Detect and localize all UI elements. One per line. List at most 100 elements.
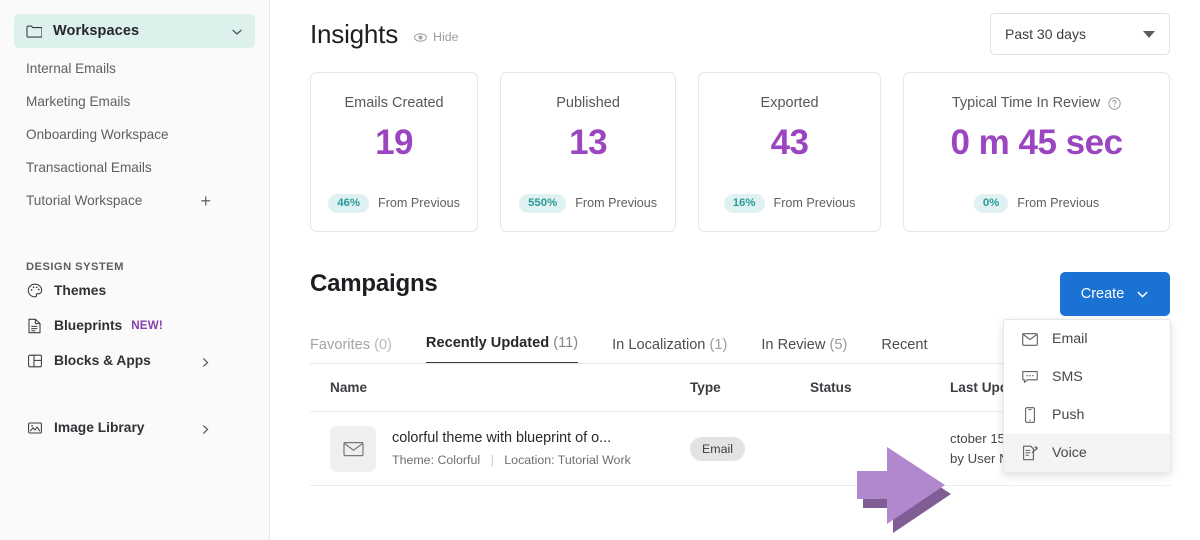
sidebar-item-label: Blueprints [54,318,123,333]
row-meta: Theme: Colorful | Location: Tutorial Wor… [392,453,631,467]
tab-count: (0) [374,337,392,353]
chat-bubble-icon [1022,369,1038,385]
page-title: Insights [310,18,399,49]
metric-footer: 550% From Previous [519,193,658,213]
sidebar-item-onboarding-workspace[interactable]: Onboarding Workspace [0,118,269,151]
metric-title: Emails Created [344,95,443,111]
tab-count: (11) [553,335,579,351]
create-button-label: Create [1080,286,1125,302]
eye-icon [413,31,428,44]
metric-value: 43 [770,123,809,162]
tab-label: In Localization [612,337,706,353]
envelope-icon [330,425,376,472]
metric-percent-badge: 46% [328,193,369,213]
tab-count: (5) [829,337,848,353]
sidebar-workspace-list: Internal Emails Marketing Emails Onboard… [0,52,269,217]
tab-label: In Review [761,337,826,353]
sidebar-workspaces-label: Workspaces [53,23,140,39]
metric-footer: 0% From Previous [973,193,1100,213]
metric-title-text: Published [556,95,620,111]
sidebar-item-label: Blocks & Apps [54,353,151,368]
metric-card-emails-created: Emails Created 19 46% From Previous [310,72,479,232]
metric-compare-label: From Previous [1017,196,1100,211]
metric-percent-badge: 0% [973,193,1009,213]
app-root: Workspaces Internal Emails Marketing Ema… [0,0,1200,540]
row-meta-separator: | [490,453,494,467]
row-campaign-name: colorful theme with blueprint of o... [392,430,612,446]
tab-count: (1) [709,337,728,353]
metric-card-published: Published 13 550% From Previous [500,72,677,232]
menu-item-voice[interactable]: Voice [1004,434,1170,472]
mobile-icon [1022,407,1038,423]
sidebar-item-blueprints[interactable]: Blueprints NEW! [0,308,269,343]
sidebar-item-marketing-emails[interactable]: Marketing Emails [0,85,269,118]
row-name-text-group: colorful theme with blueprint of o... Th… [392,430,631,467]
sidebar-item-transactional-emails[interactable]: Transactional Emails [0,151,269,184]
date-range-select[interactable]: Past 30 days [990,13,1170,55]
menu-item-label: Push [1052,407,1085,423]
sidebar-item-tutorial-workspace[interactable]: Tutorial Workspace + [0,184,269,217]
folder-icon [26,25,42,38]
hide-insights-button[interactable]: Hide [413,30,459,44]
tab-recently-updated[interactable]: Recently Updated (11) [425,335,579,364]
voice-document-icon [1022,445,1038,461]
metric-percent-badge: 16% [723,193,765,213]
tab-recent[interactable]: Recent [881,337,927,364]
metric-title: Exported [761,95,819,111]
metric-value: 0 m 45 sec [950,123,1123,162]
sidebar-item-label: Onboarding Workspace [26,127,169,142]
sidebar-section-design-system: DESIGN SYSTEM [26,261,124,273]
add-workspace-icon[interactable]: + [200,192,211,210]
tab-favorites[interactable]: Favorites (0) [310,337,392,364]
menu-item-label: Voice [1052,445,1087,461]
metric-compare-label: From Previous [378,196,460,211]
row-meta-location: Location: Tutorial Work [504,453,631,467]
tab-in-review[interactable]: In Review (5) [761,337,847,364]
palette-icon [26,282,43,299]
menu-item-sms[interactable]: SMS [1004,358,1170,396]
tab-label: Favorites [310,337,371,353]
sidebar-item-label: Image Library [54,420,145,435]
metric-value: 19 [375,123,414,162]
type-badge: Email [690,436,745,461]
metric-compare-label: From Previous [575,196,658,211]
sidebar-item-label: Marketing Emails [26,94,131,109]
row-name-cell: colorful theme with blueprint of o... Th… [310,425,690,472]
create-dropdown-menu: Email SMS Push Voice [1003,319,1171,473]
menu-item-email[interactable]: Email [1004,320,1170,358]
metric-footer: 16% From Previous [723,193,856,213]
create-button[interactable]: Create [1060,272,1170,316]
layout-icon [26,352,43,369]
sidebar-workspaces-header[interactable]: Workspaces [14,14,255,48]
metric-title-text: Emails Created [344,95,444,111]
row-type-cell: Email [690,436,810,461]
metric-card-typical-time-in-review: Typical Time In Review 0 m 45 sec 0% Fro… [903,72,1170,232]
chevron-right-icon[interactable] [200,355,211,367]
metric-percent-badge: 550% [519,193,567,213]
tab-in-localization[interactable]: In Localization (1) [612,337,727,364]
chevron-down-icon [1143,30,1155,38]
column-header-status: Status [810,380,852,395]
envelope-icon [1022,331,1038,347]
chevron-down-icon[interactable] [231,25,243,37]
sidebar: Workspaces Internal Emails Marketing Ema… [0,0,270,540]
image-icon [26,419,43,436]
sidebar-item-themes[interactable]: Themes [0,273,269,308]
menu-item-push[interactable]: Push [1004,396,1170,434]
column-header-type: Type [690,380,721,395]
metric-title: Typical Time In Review [952,95,1121,111]
document-icon [26,317,43,334]
sidebar-item-blocks-apps[interactable]: Blocks & Apps [0,343,269,378]
tab-label: Recent [881,337,928,353]
metric-value: 13 [569,123,608,162]
sidebar-item-image-library[interactable]: Image Library [0,410,269,445]
metric-title-text: Exported [760,95,819,111]
sidebar-item-internal-emails[interactable]: Internal Emails [0,52,269,85]
help-icon[interactable] [1108,96,1121,110]
metric-title: Published [556,95,620,111]
metric-footer: 46% From Previous [328,193,460,213]
chevron-right-icon[interactable] [200,422,211,434]
tab-label: Recently Updated [425,335,550,351]
metric-compare-label: From Previous [773,196,856,211]
